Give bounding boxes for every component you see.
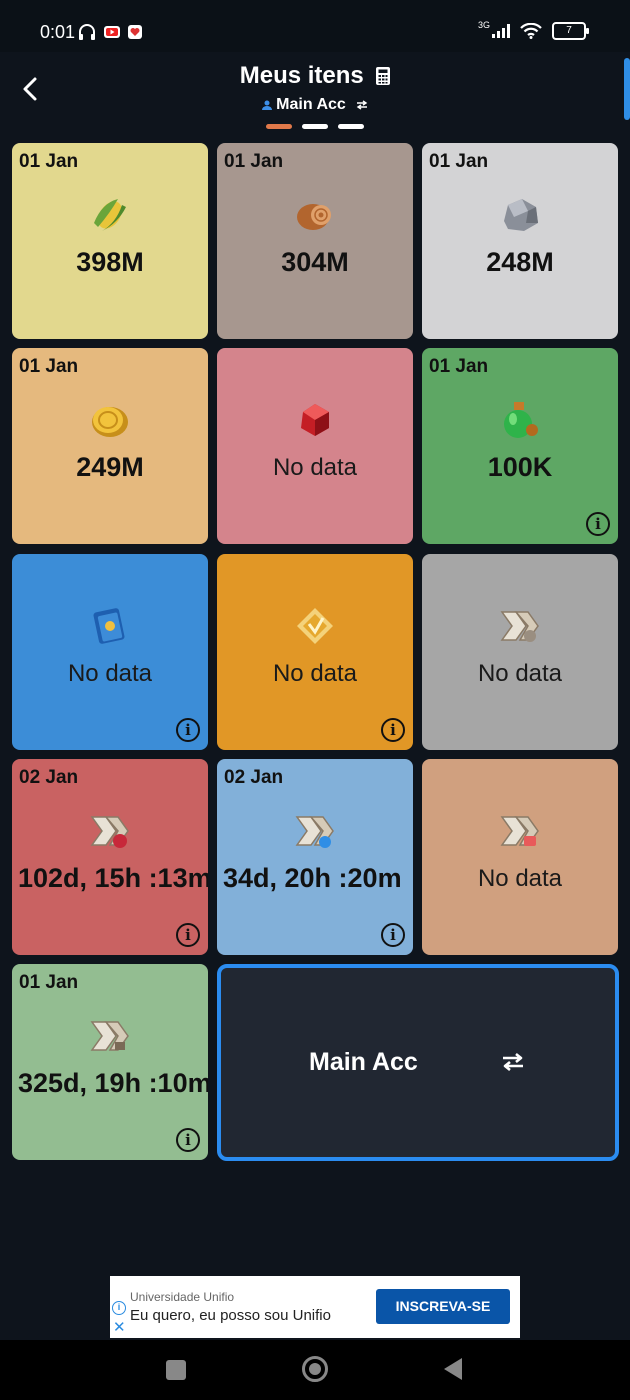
gold-coin-icon — [88, 398, 132, 442]
battery-icon: 7 — [552, 22, 589, 40]
page-indicator — [0, 124, 630, 129]
tile-no-data: No data — [67, 660, 153, 687]
tile-date: 02 Jan — [19, 767, 79, 788]
tile-date: 01 Jan — [429, 151, 489, 172]
tile-no-data: No data — [477, 865, 563, 892]
green-potion-icon — [498, 398, 542, 442]
system-nav-bar — [0, 1340, 630, 1400]
info-icon[interactable]: i — [176, 718, 200, 742]
tile-date: 01 Jan — [19, 356, 79, 377]
tile-date: 01 Jan — [19, 972, 79, 993]
info-icon[interactable]: i — [381, 923, 405, 947]
ad-advertiser: Universidade Unifio — [130, 1290, 235, 1304]
status-time: 0:01 — [40, 22, 76, 42]
tile-value: 398M — [76, 247, 144, 277]
network-type: 3G — [477, 20, 490, 30]
page-title: Meus itens — [239, 62, 364, 89]
user-icon — [261, 100, 272, 110]
heart-app-icon — [128, 25, 142, 39]
page-dot[interactable] — [302, 124, 328, 129]
swap-small-icon — [357, 100, 368, 110]
speedup-troop-icon — [88, 809, 132, 853]
page-dot-active[interactable] — [266, 124, 292, 129]
account-tile-label: Main Acc — [309, 1048, 418, 1076]
item-tile[interactable]: 01 Jan 248M — [422, 143, 618, 339]
tile-value: 100K — [487, 452, 553, 482]
tile-value: 304M — [281, 247, 349, 277]
ad-text: Eu quero, eu posso sou Unifio — [130, 1307, 331, 1324]
item-tile[interactable]: 01 Jan 325d, 19h :10m i — [12, 964, 208, 1160]
ad-info-icon[interactable]: i — [112, 1301, 126, 1315]
tile-date: 01 Jan — [19, 151, 79, 172]
speedup-healing-icon — [498, 809, 542, 853]
account-selector[interactable]: Main Acc — [0, 96, 630, 114]
tile-date: 01 Jan — [429, 356, 489, 377]
tile-no-data: No data — [272, 660, 358, 687]
info-icon[interactable]: i — [381, 718, 405, 742]
item-tile[interactable]: 02 Jan 102d, 15h :13m i — [12, 759, 208, 955]
tile-value: 249M — [76, 452, 144, 482]
item-tile[interactable]: No data i — [12, 554, 208, 750]
info-icon[interactable]: i — [176, 1128, 200, 1152]
info-icon[interactable]: i — [176, 923, 200, 947]
tile-date: 02 Jan — [224, 767, 284, 788]
swap-icon — [503, 1052, 523, 1072]
item-tile[interactable]: No data — [422, 554, 618, 750]
tile-value: 102d, 15h :13m — [18, 863, 208, 893]
item-tile[interactable]: No data — [422, 759, 618, 955]
tile-no-data: No data — [272, 454, 358, 481]
status-bar: 0:01 3G 7 — [0, 0, 630, 52]
info-icon[interactable]: i — [586, 512, 610, 536]
item-tile[interactable]: 01 Jan 398M — [12, 143, 208, 339]
item-tile[interactable]: 02 Jan 34d, 20h :20m i — [217, 759, 413, 955]
headphones-icon — [79, 24, 95, 40]
app-header: Meus itens Main Acc — [0, 52, 630, 138]
account-name: Main Acc — [276, 96, 346, 113]
speedup-research-icon — [293, 809, 337, 853]
tile-no-data: No data — [477, 660, 563, 687]
ad-cta-button[interactable]: INSCREVA-SE — [376, 1289, 510, 1324]
account-switch-tile[interactable]: Main Acc — [217, 964, 619, 1161]
recent-apps-button[interactable] — [166, 1360, 186, 1380]
tile-value: 248M — [486, 247, 554, 277]
item-tile[interactable]: 01 Jan 249M — [12, 348, 208, 544]
page-dot[interactable] — [338, 124, 364, 129]
ad-close-icon[interactable]: ✕ — [113, 1318, 126, 1336]
ad-banner[interactable]: i ✕ Universidade Unifio Eu quero, eu pos… — [110, 1276, 520, 1338]
wifi-icon — [520, 23, 542, 39]
calculator-icon[interactable] — [376, 67, 391, 85]
home-button[interactable] — [302, 1356, 328, 1382]
signal-icon — [492, 24, 510, 38]
speedup-icon — [498, 604, 542, 648]
wood-log-icon — [293, 193, 337, 237]
red-gem-icon — [293, 398, 337, 442]
stone-icon — [498, 193, 542, 237]
item-tile[interactable]: No data — [217, 348, 413, 544]
tile-value: 325d, 19h :10m — [18, 1068, 208, 1098]
system-back-button[interactable] — [444, 1358, 462, 1380]
tile-value: 34d, 20h :20m — [223, 863, 402, 893]
battery-level: 7 — [566, 25, 572, 36]
tile-date: 01 Jan — [224, 151, 284, 172]
gold-badge-icon — [293, 604, 337, 648]
item-tile[interactable]: No data i — [217, 554, 413, 750]
youtube-icon — [104, 26, 120, 38]
scroll-indicator[interactable] — [624, 58, 630, 120]
blue-book-icon — [88, 604, 132, 648]
speedup-build-icon — [88, 1014, 132, 1058]
corn-icon — [88, 193, 132, 237]
item-tile[interactable]: 01 Jan 304M — [217, 143, 413, 339]
item-tile[interactable]: 01 Jan 100K i — [422, 348, 618, 544]
